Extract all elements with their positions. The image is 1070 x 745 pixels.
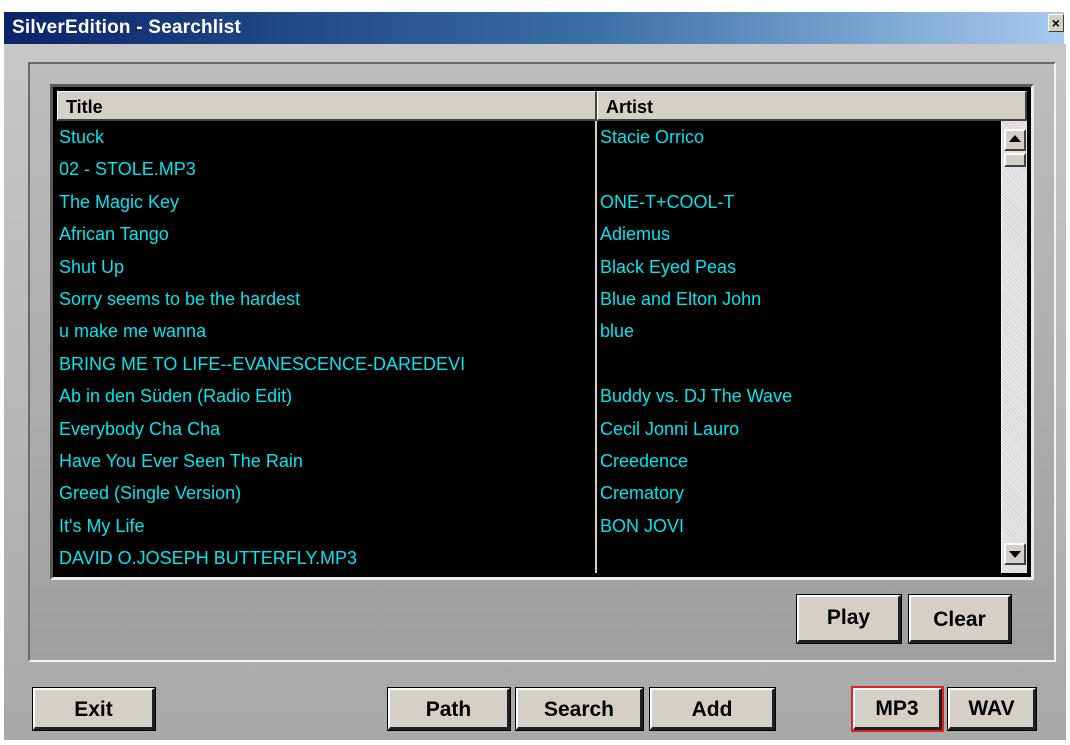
list-row[interactable]: Ab in den Süden (Radio Edit) Buddy vs. DJ…	[57, 380, 1001, 412]
row-artist: Creedence	[600, 450, 689, 471]
exit-button[interactable]: Exit	[32, 687, 156, 731]
list-row[interactable]: Greed (Single Version) Crematory	[57, 477, 1001, 509]
row-title: DAVID O.JOSEPH BUTTERFLY.MP3	[59, 548, 358, 569]
arrow-up-icon	[1009, 135, 1021, 142]
row-title: Sorry seems to be the hardest	[59, 288, 301, 309]
list-row[interactable]: Have You Ever Seen The Rain Creedence	[57, 445, 1001, 477]
column-divider	[595, 121, 597, 573]
searchlist-window: SilverEdition - Searchlist × Title Artis…	[0, 0, 1070, 745]
scroll-down-button[interactable]	[1004, 543, 1026, 565]
row-artist	[597, 542, 1001, 573]
title-bar: SilverEdition - Searchlist ×	[4, 12, 1064, 44]
list-row[interactable]: African Tango Adiemus	[57, 218, 1001, 250]
play-button[interactable]: Play	[796, 594, 902, 644]
list-row[interactable]: The Magic Key ONE-T+COOL-T	[57, 186, 1001, 218]
row-title: Everybody Cha Cha	[59, 418, 221, 439]
row-title: 02 - STOLE.MP3	[59, 159, 196, 180]
row-artist	[597, 348, 1001, 380]
list-header: Title Artist	[57, 91, 1027, 121]
row-artist: Buddy vs. DJ The Wave	[600, 386, 793, 407]
list-row[interactable]: Everybody Cha Cha Cecil Jonni Lauro	[57, 413, 1001, 445]
row-artist: Adiemus	[600, 224, 671, 245]
window-title: SilverEdition - Searchlist	[12, 17, 242, 38]
row-title: u make me wanna	[59, 321, 207, 342]
row-title: Have You Ever Seen The Rain	[59, 450, 303, 471]
search-list: Title Artist Stuck Stacie Orrico 02 - STOL…	[50, 84, 1034, 580]
list-row[interactable]: BRING ME TO LIFE--EVANESCENCE-DAREDEVI	[57, 348, 1001, 380]
wav-format-button[interactable]: WAV	[947, 687, 1037, 731]
list-row[interactable]: Sorry seems to be the hardest Blue and El…	[57, 283, 1001, 315]
row-title: Greed (Single Version)	[59, 483, 242, 504]
list-row[interactable]: It's My Life BON JOVI	[57, 510, 1001, 542]
list-row[interactable]: Shut Up Black Eyed Peas	[57, 251, 1001, 283]
row-artist: blue	[600, 321, 635, 342]
row-artist: Blue and Elton John	[600, 288, 762, 309]
row-artist: ONE-T+COOL-T	[600, 191, 735, 212]
scroll-thumb[interactable]	[1004, 153, 1026, 167]
clear-button[interactable]: Clear	[908, 594, 1012, 644]
row-artist: Cecil Jonni Lauro	[600, 418, 740, 439]
row-artist: Crematory	[600, 483, 685, 504]
row-artist	[597, 153, 1001, 185]
row-title: Ab in den Süden (Radio Edit)	[59, 386, 293, 407]
row-artist: BON JOVI	[600, 515, 685, 536]
column-header-artist[interactable]: Artist	[597, 91, 1027, 121]
column-header-title[interactable]: Title	[57, 91, 597, 121]
list-row[interactable]: Stuck Stacie Orrico	[57, 121, 1001, 153]
row-title: The Magic Key	[59, 191, 180, 212]
row-artist: Stacie Orrico	[600, 127, 705, 147]
row-title: Stuck	[59, 127, 105, 147]
scroll-up-button[interactable]	[1004, 129, 1026, 151]
list-row[interactable]: u make me wanna blue	[57, 315, 1001, 347]
row-title: African Tango	[59, 224, 169, 245]
row-title: Shut Up	[59, 256, 125, 277]
row-title: It's My Life	[59, 515, 145, 536]
mp3-format-button[interactable]: MP3	[851, 686, 944, 732]
arrow-down-icon	[1009, 551, 1021, 558]
path-button[interactable]: Path	[387, 687, 511, 731]
row-title: BRING ME TO LIFE--EVANESCENCE-DAREDEVI	[59, 353, 466, 374]
search-button[interactable]: Search	[515, 687, 644, 731]
list-row[interactable]: 02 - STOLE.MP3	[57, 153, 1001, 185]
list-rows: Stuck Stacie Orrico 02 - STOLE.MP3 The Mag…	[57, 121, 1001, 573]
list-row[interactable]: DAVID O.JOSEPH BUTTERFLY.MP3	[57, 542, 1001, 573]
add-button[interactable]: Add	[649, 687, 776, 731]
row-artist: Black Eyed Peas	[600, 256, 737, 277]
close-icon[interactable]: ×	[1048, 14, 1064, 32]
vertical-scrollbar[interactable]	[1001, 121, 1027, 573]
